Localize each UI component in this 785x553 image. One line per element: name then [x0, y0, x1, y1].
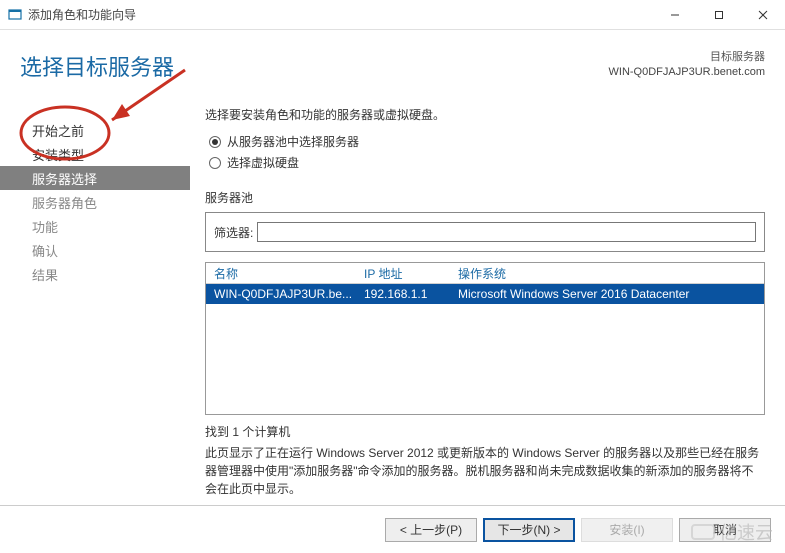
window-controls	[653, 0, 785, 29]
minimize-button[interactable]	[653, 0, 697, 29]
main-panel: 选择要安装角色和功能的服务器或虚拟硬盘。 从服务器池中选择服务器 选择虚拟硬盘 …	[190, 30, 785, 503]
radio-select-from-pool[interactable]: 从服务器池中选择服务器	[209, 133, 765, 150]
title-bar: 添加角色和功能向导	[0, 0, 785, 30]
cell-os: Microsoft Windows Server 2016 Datacenter	[450, 287, 764, 301]
button-label: 安装(I)	[609, 521, 644, 538]
nav-step-features: 功能	[0, 214, 190, 238]
nav-step-results: 结果	[0, 262, 190, 286]
button-label: 下一步(N) >	[497, 521, 560, 538]
radio-label: 选择虚拟硬盘	[227, 154, 299, 171]
radio-icon	[209, 157, 221, 169]
nav-label: 安装类型	[32, 145, 84, 164]
radio-icon	[209, 136, 221, 148]
prev-button[interactable]: < 上一步(P)	[385, 518, 477, 542]
window-title: 添加角色和功能向导	[28, 6, 653, 23]
found-count: 找到 1 个计算机	[205, 423, 765, 440]
filter-input[interactable]	[257, 222, 756, 242]
cell-ip: 192.168.1.1	[356, 287, 450, 301]
install-button: 安装(I)	[581, 518, 673, 542]
maximize-button[interactable]	[697, 0, 741, 29]
radio-label: 从服务器池中选择服务器	[227, 133, 359, 150]
nav-label: 功能	[32, 217, 58, 236]
col-name[interactable]: 名称	[206, 265, 356, 282]
nav-label: 结果	[32, 265, 58, 284]
wizard-nav: 开始之前 安装类型 服务器选择 服务器角色 功能 确认 结果	[0, 118, 190, 286]
col-ip[interactable]: IP 地址	[356, 265, 450, 282]
nav-label: 开始之前	[32, 121, 84, 140]
sidebar: 开始之前 安装类型 服务器选择 服务器角色 功能 确认 结果	[0, 30, 190, 503]
content: 开始之前 安装类型 服务器选择 服务器角色 功能 确认 结果 选择要安装角色和功…	[0, 30, 785, 503]
table-body: WIN-Q0DFJAJP3UR.be... 192.168.1.1 Micros…	[206, 284, 764, 414]
nav-label: 服务器角色	[32, 193, 97, 212]
filter-box: 筛选器:	[205, 212, 765, 252]
watermark-text: 亿速云	[719, 519, 773, 545]
nav-step-installation-type[interactable]: 安装类型	[0, 142, 190, 166]
nav-step-confirm: 确认	[0, 238, 190, 262]
button-label: < 上一步(P)	[400, 521, 462, 538]
wizard-footer: < 上一步(P) 下一步(N) > 安装(I) 取消	[0, 505, 785, 553]
nav-step-server-selection[interactable]: 服务器选择	[0, 166, 190, 190]
nav-step-server-roles: 服务器角色	[0, 190, 190, 214]
cell-name: WIN-Q0DFJAJP3UR.be...	[206, 287, 356, 301]
close-button[interactable]	[741, 0, 785, 29]
radio-select-vhd[interactable]: 选择虚拟硬盘	[209, 154, 765, 171]
app-icon	[8, 8, 22, 22]
table-header-row: 名称 IP 地址 操作系统	[206, 262, 764, 284]
nav-label: 服务器选择	[32, 169, 97, 188]
instruction-text: 选择要安装角色和功能的服务器或虚拟硬盘。	[205, 106, 765, 123]
next-button[interactable]: 下一步(N) >	[483, 518, 575, 542]
server-table: 名称 IP 地址 操作系统 WIN-Q0DFJAJP3UR.be... 192.…	[205, 262, 765, 415]
page-title: 选择目标服务器	[20, 50, 174, 82]
footnote-text: 此页显示了正在运行 Windows Server 2012 或更新版本的 Win…	[205, 444, 765, 498]
table-row[interactable]: WIN-Q0DFJAJP3UR.be... 192.168.1.1 Micros…	[206, 284, 764, 304]
col-os[interactable]: 操作系统	[450, 265, 764, 282]
server-pool-label: 服务器池	[205, 189, 765, 206]
nav-label: 确认	[32, 241, 58, 260]
watermark-logo-icon	[691, 524, 715, 540]
watermark: 亿速云	[691, 519, 773, 545]
filter-label: 筛选器:	[214, 224, 253, 241]
nav-step-before-you-begin[interactable]: 开始之前	[0, 118, 190, 142]
